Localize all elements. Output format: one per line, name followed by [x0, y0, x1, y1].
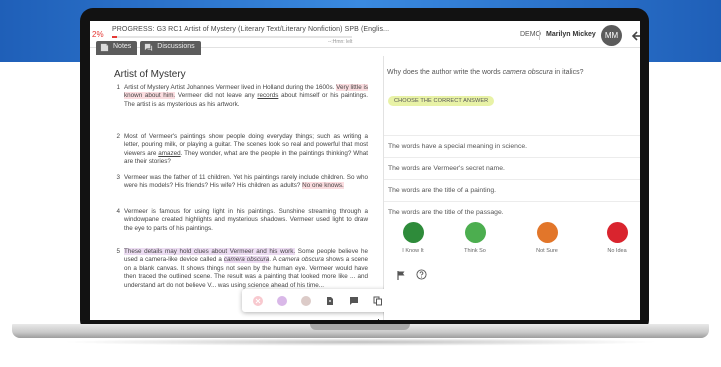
confidence-circle — [536, 222, 558, 243]
laptop-notch — [310, 324, 410, 330]
progress-fill — [112, 36, 117, 38]
assessment-title: G3 RC1 Artist of Mystery (Literary Text/… — [156, 26, 390, 33]
question-stem: Why does the author write the words came… — [387, 68, 637, 77]
progress-prefix: PROGRESS: — [112, 26, 155, 33]
question-stem-end: in italics? — [552, 69, 584, 76]
exit-icon[interactable] — [631, 30, 640, 42]
user-name: Marilyn Mickey — [546, 31, 596, 38]
highlighted-text[interactable]: These details may hold clues about Verme… — [124, 248, 296, 255]
highlighted-text[interactable]: camera obscura — [278, 256, 323, 263]
text-run: Artist of Mystery Artist Johannes Vermee… — [124, 84, 337, 91]
discussion-icon — [145, 43, 153, 52]
paragraph-text: Artist of Mystery Artist Johannes Vermee… — [124, 84, 368, 109]
top-bar: 2% PROGRESS: G3 RC1 Artist of Mystery (L… — [90, 21, 640, 55]
highlight-purple-button[interactable] — [277, 295, 287, 306]
question-stem-italic: camera obscura — [502, 69, 553, 76]
paragraph-text: These details may hold clues about Verme… — [124, 248, 368, 290]
passage-paragraph: 3 Vermeer was the father of 11 children. … — [112, 174, 368, 191]
highlighted-text[interactable]: records — [257, 92, 278, 99]
instruction-badge: CHOOSE THE CORRECT ANSWER — [388, 96, 495, 106]
progress-bar — [112, 36, 352, 38]
highlighted-text[interactable]: No one knows. — [302, 182, 344, 190]
tab-discussions[interactable]: Discussions — [140, 41, 201, 55]
tab-discussions-label: Discussions — [157, 43, 195, 50]
paragraph-number: 3 — [116, 174, 120, 181]
answer-option[interactable]: The words are the title of a painting. — [384, 179, 640, 201]
question-stem-text: Why does the author write the words — [387, 69, 503, 76]
passage-paragraph: 4 Vermeer is famous for using light in hi… — [112, 208, 368, 233]
highlight-tan-button[interactable] — [301, 295, 311, 306]
confidence-circle — [402, 222, 424, 243]
flag-icon[interactable] — [396, 270, 406, 280]
avatar[interactable]: MM — [601, 25, 622, 46]
confidence-not-sure-button[interactable]: Not Sure — [517, 222, 577, 254]
copy-icon[interactable] — [373, 296, 383, 306]
progress-percent: 2% — [92, 30, 104, 39]
confidence-label: I Know It — [402, 248, 424, 254]
paragraph-number: 4 — [116, 208, 120, 215]
question-panel: Why does the author write the words came… — [384, 56, 640, 320]
tan-swatch-icon — [301, 295, 311, 306]
note-icon — [100, 43, 109, 52]
paragraph-text: Most of Vermeer's paintings show people … — [124, 133, 368, 167]
passage-paragraph: 2 Most of Vermeer's paintings show people… — [112, 133, 368, 167]
progress-label: PROGRESS: G3 RC1 Artist of Mystery (Lite… — [112, 26, 389, 33]
confidence-label: Not Sure — [536, 248, 558, 254]
paragraph-text: Vermeer was the father of 11 children. Y… — [124, 174, 368, 191]
purple-swatch-icon — [277, 295, 287, 306]
highlight-toolbar — [242, 289, 394, 312]
paragraph-number: 5 — [116, 248, 120, 255]
highlighted-text[interactable]: camera obscura — [223, 256, 270, 264]
laptop-shadow — [60, 338, 660, 346]
passage-paragraph: 1 Artist of Mystery Artist Johannes Verme… — [112, 84, 368, 109]
confidence-no-idea-button[interactable]: No Idea — [587, 222, 640, 254]
confidence-circle — [464, 222, 486, 243]
remove-highlight-icon — [253, 295, 263, 306]
paragraph-number: 2 — [116, 133, 120, 140]
confidence-circle — [606, 222, 628, 243]
panel-tabs: Notes Discussions — [96, 41, 201, 55]
confidence-think-so-button[interactable]: Think So — [445, 222, 505, 254]
confidence-i-know-it-button[interactable]: I Know It — [383, 222, 443, 254]
help-icon[interactable] — [416, 269, 427, 280]
header-separator — [539, 30, 540, 40]
text-run: Vermeer is famous for using light in his… — [124, 208, 368, 232]
paragraph-number: 1 — [116, 84, 120, 91]
confidence-label: Think So — [464, 248, 486, 254]
highlighted-text[interactable]: amazed — [158, 150, 180, 157]
app-screen: 2% PROGRESS: G3 RC1 Artist of Mystery (L… — [90, 21, 640, 320]
answer-option[interactable]: The words are Vermeer's secret name. — [384, 157, 640, 179]
marketing-stage: 2% PROGRESS: G3 RC1 Artist of Mystery (L… — [0, 0, 721, 367]
add-note-icon[interactable] — [325, 296, 335, 306]
time-left: --:Hmn: lelt — [328, 39, 353, 45]
confidence-label: No Idea — [607, 248, 627, 254]
passage-title: Artist of Mystery — [114, 69, 186, 80]
highlight-pink-button[interactable] — [253, 295, 263, 306]
paragraph-text: Vermeer is famous for using light in his… — [124, 208, 368, 233]
tab-notes-label: Notes — [113, 43, 132, 50]
comment-icon[interactable] — [349, 296, 359, 306]
passage-panel: Artist of Mystery 1 Artist of Mystery Art… — [90, 56, 383, 320]
passage-paragraph: 5 These details may hold clues about Verm… — [112, 248, 368, 290]
answer-option[interactable]: The words have a special meaning in scie… — [384, 135, 640, 157]
answer-option[interactable]: The words are the title of the passage. — [384, 201, 640, 223]
tab-notes[interactable]: Notes — [96, 41, 138, 55]
text-run: Vermeer did not leave any — [175, 92, 258, 100]
text-cursor — [378, 319, 379, 320]
demo-label: DEMO — [520, 31, 541, 38]
